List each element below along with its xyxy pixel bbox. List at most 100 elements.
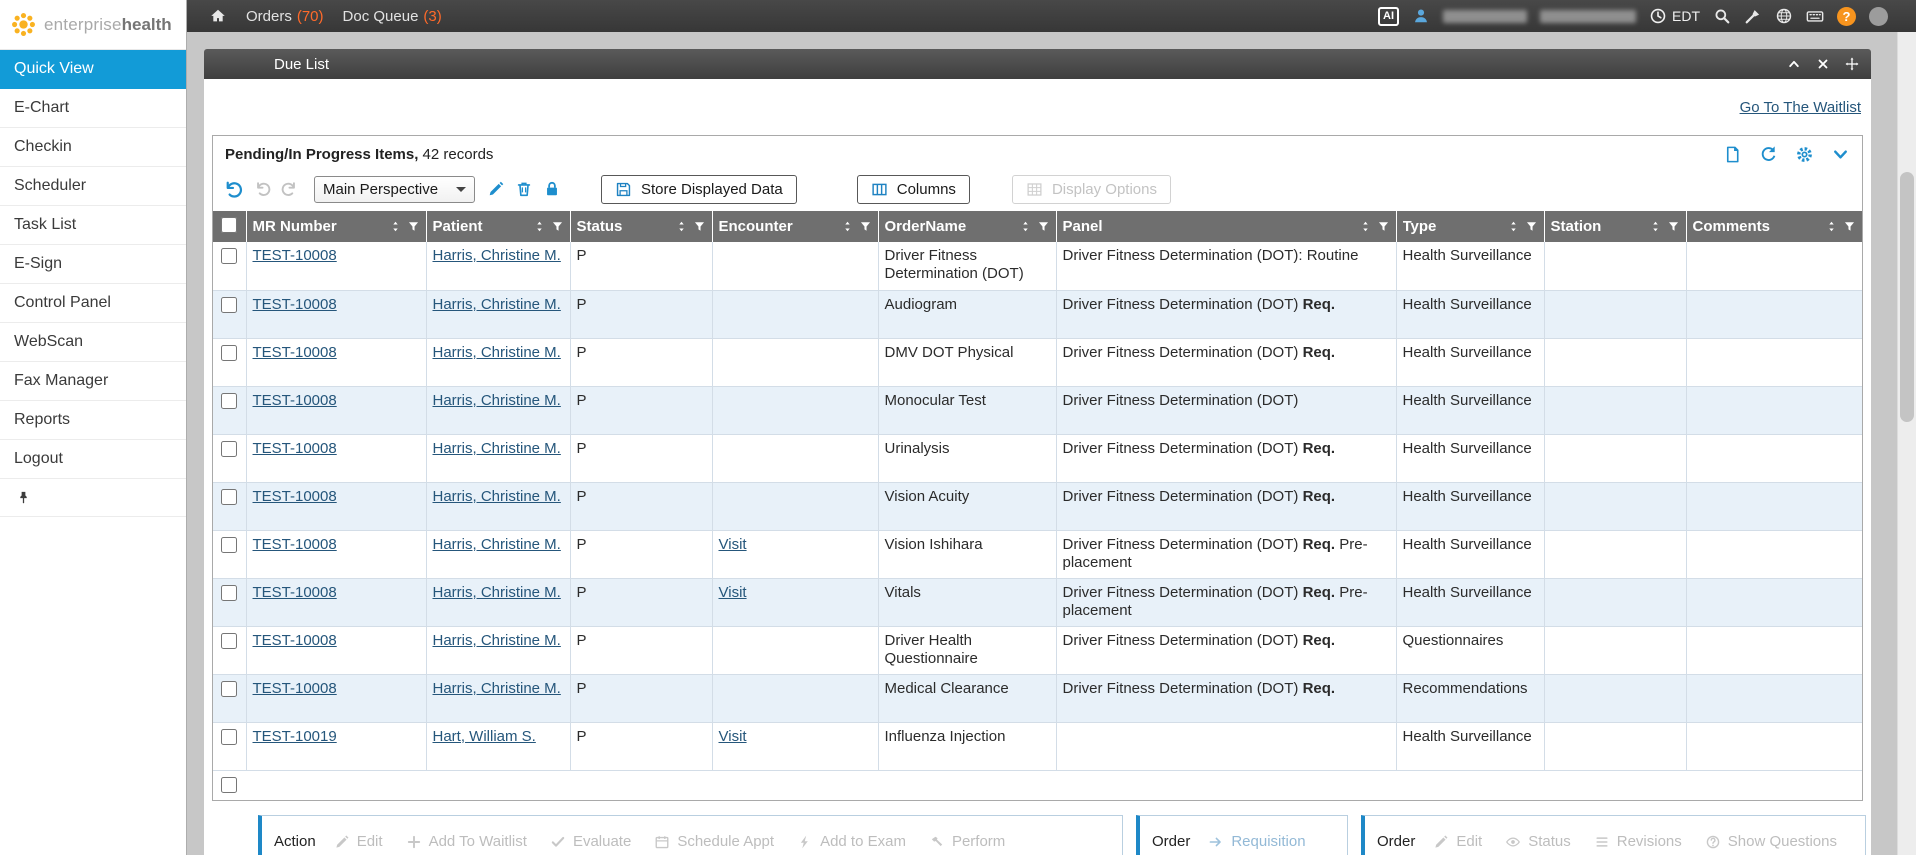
perspective-select[interactable]: Main Perspective [314, 176, 475, 203]
column-header-type[interactable]: Type [1396, 211, 1544, 242]
filter-icon[interactable] [1525, 220, 1538, 233]
avatar[interactable] [1869, 7, 1888, 26]
globe-icon[interactable] [1775, 7, 1793, 25]
patient-link[interactable]: Harris, Christine M. [433, 632, 561, 649]
encounter-visit-link[interactable]: Visit [719, 584, 747, 601]
patient-link[interactable]: Harris, Christine M. [433, 536, 561, 553]
row-checkbox[interactable] [221, 441, 237, 457]
doc-queue-link[interactable]: Doc Queue(3) [343, 8, 442, 25]
sort-icon[interactable] [1649, 220, 1662, 233]
row-checkbox[interactable] [221, 729, 237, 745]
mr-number-link[interactable]: TEST-10008 [253, 488, 337, 505]
display-options-button[interactable]: Display Options [1012, 175, 1171, 204]
filter-icon[interactable] [407, 220, 420, 233]
sort-icon[interactable] [389, 220, 402, 233]
help-icon[interactable]: ? [1837, 7, 1856, 26]
mr-number-link[interactable]: TEST-10008 [253, 440, 337, 457]
row-checkbox[interactable] [221, 489, 237, 505]
patient-link[interactable]: Harris, Christine M. [433, 392, 561, 409]
home-icon[interactable] [209, 7, 227, 25]
sort-icon[interactable] [841, 220, 854, 233]
scrollbar-thumb[interactable] [1900, 172, 1914, 422]
column-header-panel[interactable]: Panel [1056, 211, 1396, 242]
filter-icon[interactable] [1037, 220, 1050, 233]
history-back-icon[interactable] [254, 180, 272, 198]
mr-number-link[interactable]: TEST-10008 [253, 584, 337, 601]
collapse-widget-icon[interactable] [1831, 145, 1850, 164]
gear-icon[interactable] [1795, 145, 1814, 164]
sidebar-item-fax-manager[interactable]: Fax Manager [0, 362, 186, 401]
patient-link[interactable]: Harris, Christine M. [433, 296, 561, 313]
keyboard-icon[interactable] [1806, 7, 1824, 25]
edit-button[interactable]: Edit [334, 833, 383, 850]
close-icon[interactable] [1816, 57, 1830, 71]
history-forward-icon[interactable] [280, 180, 298, 198]
sidebar-item-webscan[interactable]: WebScan [0, 323, 186, 362]
delete-perspective-icon[interactable] [515, 180, 533, 198]
evaluate-button[interactable]: Evaluate [550, 833, 631, 850]
patient-link[interactable]: Harris, Christine M. [433, 488, 561, 505]
patient-link[interactable]: Harris, Christine M. [433, 247, 561, 264]
due-list-header-bar[interactable]: Due List [204, 49, 1871, 79]
perform-button[interactable]: Perform [929, 833, 1005, 850]
sidebar-item-e-sign[interactable]: E-Sign [0, 245, 186, 284]
patient-link[interactable]: Hart, William S. [433, 728, 536, 745]
edit-button[interactable]: Edit [1433, 833, 1482, 850]
lock-icon[interactable] [543, 180, 561, 198]
sort-icon[interactable] [533, 220, 546, 233]
filter-icon[interactable] [1843, 220, 1856, 233]
mr-number-link[interactable]: TEST-10008 [253, 392, 337, 409]
add-to-waitlist-button[interactable]: Add To Waitlist [406, 833, 527, 850]
new-document-icon[interactable] [1723, 145, 1742, 164]
row-checkbox[interactable] [221, 345, 237, 361]
sidebar-item-scheduler[interactable]: Scheduler [0, 167, 186, 206]
store-displayed-data-button[interactable]: Store Displayed Data [601, 175, 797, 204]
row-checkbox[interactable] [221, 537, 237, 553]
mr-number-link[interactable]: TEST-10008 [253, 680, 337, 697]
sidebar-item-checkin[interactable]: Checkin [0, 128, 186, 167]
patient-link[interactable]: Harris, Christine M. [433, 440, 561, 457]
user-icon[interactable] [1412, 7, 1430, 25]
revisions-button[interactable]: Revisions [1594, 833, 1682, 850]
pin-icon[interactable] [16, 490, 31, 505]
column-header-station[interactable]: Station [1544, 211, 1686, 242]
show-questions-button[interactable]: Show Questions [1705, 833, 1837, 850]
column-header-patient[interactable]: Patient [426, 211, 570, 242]
sidebar-item-logout[interactable]: Logout [0, 440, 186, 479]
filter-icon[interactable] [1377, 220, 1390, 233]
refresh-icon[interactable] [1759, 145, 1778, 164]
row-checkbox[interactable] [221, 297, 237, 313]
column-header-mr[interactable]: MR Number [246, 211, 426, 242]
mr-number-link[interactable]: TEST-10008 [253, 632, 337, 649]
columns-button[interactable]: Columns [857, 175, 970, 204]
patient-link[interactable]: Harris, Christine M. [433, 584, 561, 601]
requisition-button[interactable]: Requisition [1208, 833, 1305, 850]
column-header-status[interactable]: Status [570, 211, 712, 242]
column-header-order[interactable]: OrderName [878, 211, 1056, 242]
sort-icon[interactable] [1359, 220, 1372, 233]
mr-number-link[interactable]: TEST-10008 [253, 344, 337, 361]
edit-perspective-icon[interactable] [487, 180, 505, 198]
encounter-visit-link[interactable]: Visit [719, 728, 747, 745]
brush-icon[interactable] [1744, 7, 1762, 25]
go-to-waitlist-link[interactable]: Go To The Waitlist [1740, 99, 1861, 116]
filter-icon[interactable] [551, 220, 564, 233]
mr-number-link[interactable]: TEST-10019 [253, 728, 337, 745]
add-to-exam-button[interactable]: Add to Exam [797, 833, 906, 850]
patient-link[interactable]: Harris, Christine M. [433, 344, 561, 361]
status-button[interactable]: Status [1505, 833, 1571, 850]
sidebar-item-reports[interactable]: Reports [0, 401, 186, 440]
schedule-appt-button[interactable]: Schedule Appt [654, 833, 774, 850]
sidebar-item-quick-view[interactable]: Quick View [0, 50, 186, 89]
mr-number-link[interactable]: TEST-10008 [253, 247, 337, 264]
patient-link[interactable]: Harris, Christine M. [433, 680, 561, 697]
row-checkbox[interactable] [221, 633, 237, 649]
blank-row-checkbox[interactable] [221, 777, 237, 793]
ai-badge[interactable]: AI [1378, 7, 1399, 26]
search-icon[interactable] [1713, 7, 1731, 25]
sidebar-item-e-chart[interactable]: E-Chart [0, 89, 186, 128]
column-header-encounter[interactable]: Encounter [712, 211, 878, 242]
row-checkbox[interactable] [221, 248, 237, 264]
filter-icon[interactable] [859, 220, 872, 233]
encounter-visit-link[interactable]: Visit [719, 536, 747, 553]
